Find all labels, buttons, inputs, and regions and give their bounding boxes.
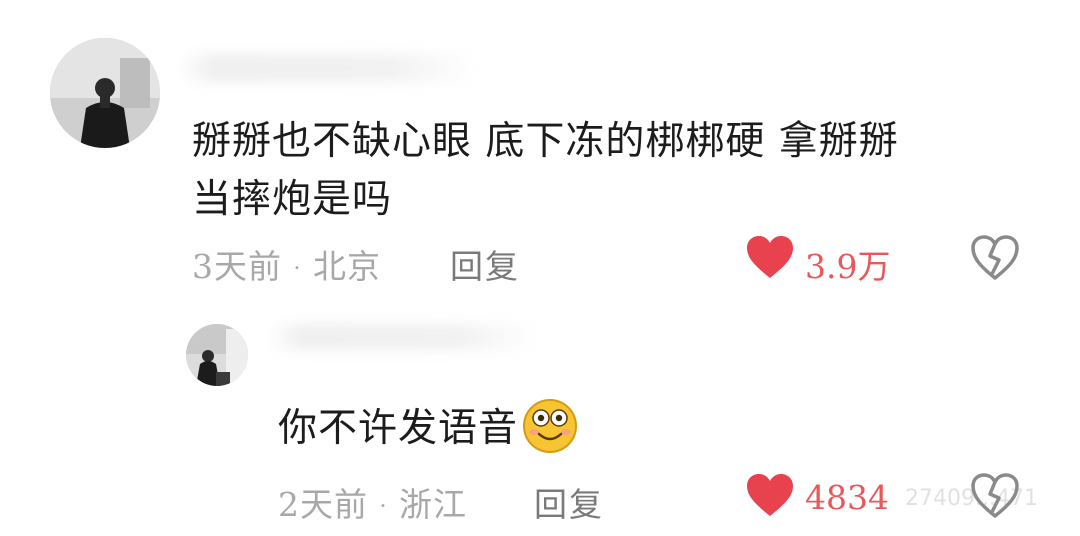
broken-heart-icon[interactable] <box>970 472 1020 518</box>
like-count: 4834 <box>805 478 889 517</box>
meta-separator: · <box>379 494 388 520</box>
comment-text: 你不许发语音 <box>278 396 580 454</box>
reply-button[interactable]: 回复 <box>534 478 604 526</box>
username-redacted <box>268 324 538 350</box>
heart-icon[interactable] <box>745 234 795 280</box>
comment-time: 2天前 <box>278 485 368 524</box>
comment-meta: 2天前 · 浙江 <box>278 478 467 526</box>
smiley-emoji-icon <box>520 396 580 454</box>
comment-2: 你不许发语音 2天前 · 浙江 回复 4834 27409...471 <box>0 300 1080 536</box>
comment-meta: 3天前 · 北京 <box>192 240 381 288</box>
comment-text-content: 你不许发语音 <box>278 406 519 451</box>
comment-location: 浙江 <box>399 485 467 524</box>
comment-1: 掰掰也不缺心眼 底下冻的梆梆硬 拿掰掰 当摔炮是吗 3天前 · 北京 回复 3.… <box>0 0 1080 300</box>
broken-heart-icon[interactable] <box>970 234 1020 280</box>
reply-button[interactable]: 回复 <box>450 240 520 288</box>
avatar-image <box>186 324 248 386</box>
username-redacted <box>178 54 478 82</box>
comment-location: 北京 <box>313 247 381 286</box>
avatar-image <box>50 38 160 148</box>
heart-icon[interactable] <box>745 472 795 518</box>
meta-separator: · <box>293 256 302 282</box>
comment-text-line-1: 掰掰也不缺心眼 底下冻的梆梆硬 拿掰掰 <box>192 119 899 164</box>
user-avatar[interactable] <box>186 324 248 386</box>
user-avatar[interactable] <box>50 38 160 148</box>
like-count: 3.9万 <box>805 247 891 286</box>
comment-text-line-2: 当摔炮是吗 <box>192 177 393 222</box>
comment-time: 3天前 <box>192 247 282 286</box>
